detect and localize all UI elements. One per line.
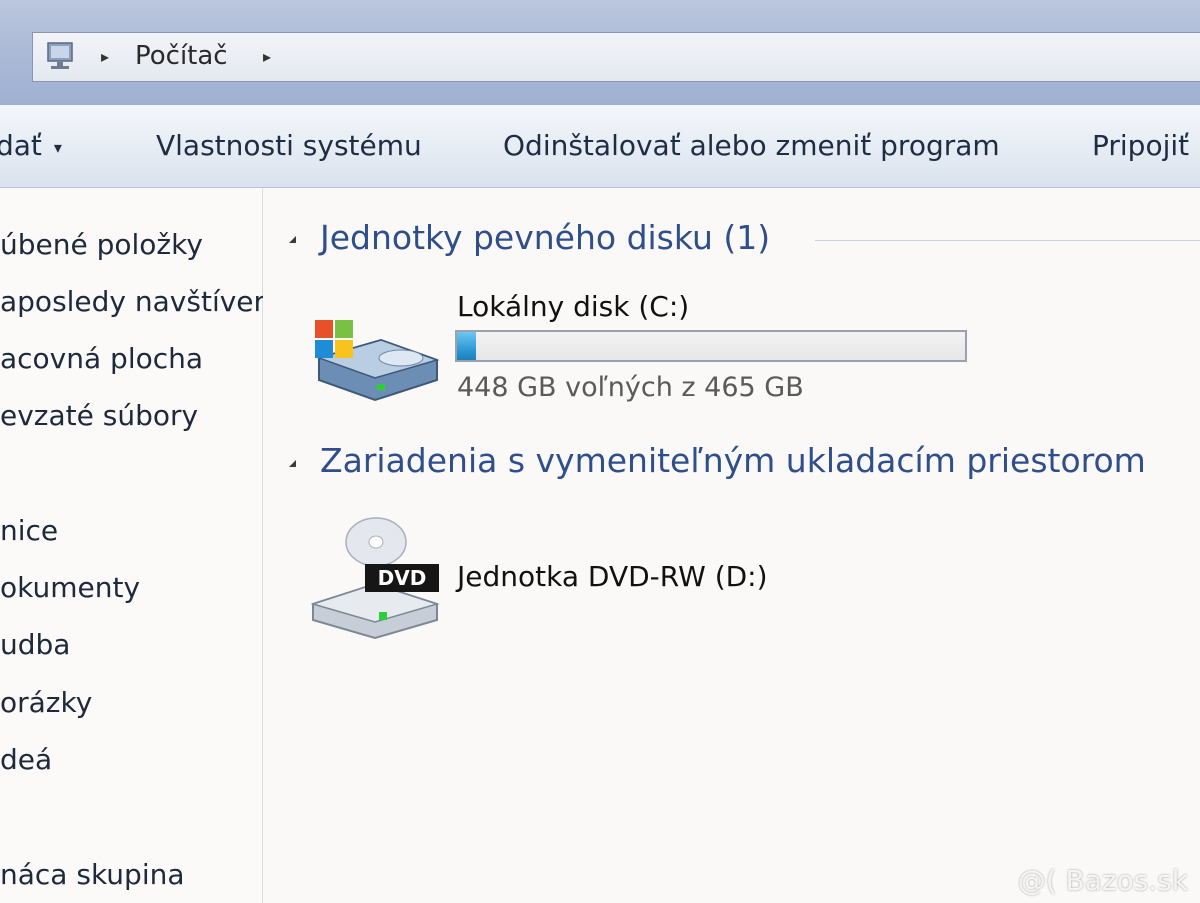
toolbar-uninstall-program-button[interactable]: Odinštalovať alebo zmeniť program <box>503 129 1000 162</box>
watermark: @( Bazos.sk <box>1017 864 1188 897</box>
drive-c-usage-bar <box>455 330 967 362</box>
group-header-hard-drives[interactable]: Jednotky pevného disku (1) <box>320 218 770 257</box>
breadcrumb-arrow-end[interactable]: ▸ <box>263 47 271 66</box>
drive-d-name[interactable]: Jednotka DVD-RW (D:) <box>457 560 768 593</box>
nav-item-favorites[interactable]: úbené položky <box>0 228 203 261</box>
computer-icon <box>47 42 73 69</box>
drive-c-name[interactable]: Lokálny disk (C:) <box>457 290 689 323</box>
breadcrumb-arrow[interactable]: ▸ <box>101 47 109 66</box>
nav-item-homegroup[interactable]: náca skupina <box>0 858 185 891</box>
toolbar-organize-label: dať <box>0 129 42 162</box>
navigation-pane: úbené položky aposledy navštíver acovná … <box>0 188 265 903</box>
group-header-removable-storage[interactable]: Zariadenia s vymeniteľným ukladacím prie… <box>320 441 1146 480</box>
nav-item-downloads[interactable]: evzaté súbory <box>0 399 198 432</box>
collapse-triangle-icon[interactable] <box>289 460 296 467</box>
address-bar[interactable]: ▸ Počítač ▸ <box>32 32 1200 82</box>
nav-item-recent-places[interactable]: aposledy navštíver <box>0 285 265 318</box>
nav-item-music[interactable]: udba <box>0 628 70 661</box>
nav-item-documents[interactable]: okumenty <box>0 571 140 604</box>
command-toolbar: dať ▾ Vlastnosti systému Odinštalovať ale… <box>0 105 1200 188</box>
content-pane: Jednotky pevného disku (1) Lokálny disk … <box>263 188 1200 903</box>
toolbar-organize-button[interactable]: dať ▾ <box>0 129 62 162</box>
nav-item-pictures[interactable]: orázky <box>0 686 92 719</box>
toolbar-map-drive-button[interactable]: Pripojiť <box>1092 129 1189 162</box>
drive-c-usage-fill <box>457 332 476 360</box>
group-divider <box>815 240 1200 241</box>
chevron-down-icon: ▾ <box>53 137 62 157</box>
dvd-label: DVD <box>378 566 427 590</box>
drive-c-free-space: 448 GB voľných z 465 GB <box>457 372 804 403</box>
toolbar-system-properties-button[interactable]: Vlastnosti systému <box>156 129 422 162</box>
nav-item-desktop[interactable]: acovná plocha <box>0 342 203 375</box>
collapse-triangle-icon[interactable] <box>289 236 296 243</box>
window-titlebar: ▸ Počítač ▸ <box>0 0 1200 105</box>
dvd-drive-icon[interactable]: DVD <box>311 516 441 641</box>
nav-item-libraries[interactable]: nice <box>0 514 58 547</box>
hard-drive-icon[interactable] <box>311 318 441 403</box>
breadcrumb-computer[interactable]: Počítač <box>135 41 228 71</box>
nav-item-videos[interactable]: deá <box>0 743 52 776</box>
